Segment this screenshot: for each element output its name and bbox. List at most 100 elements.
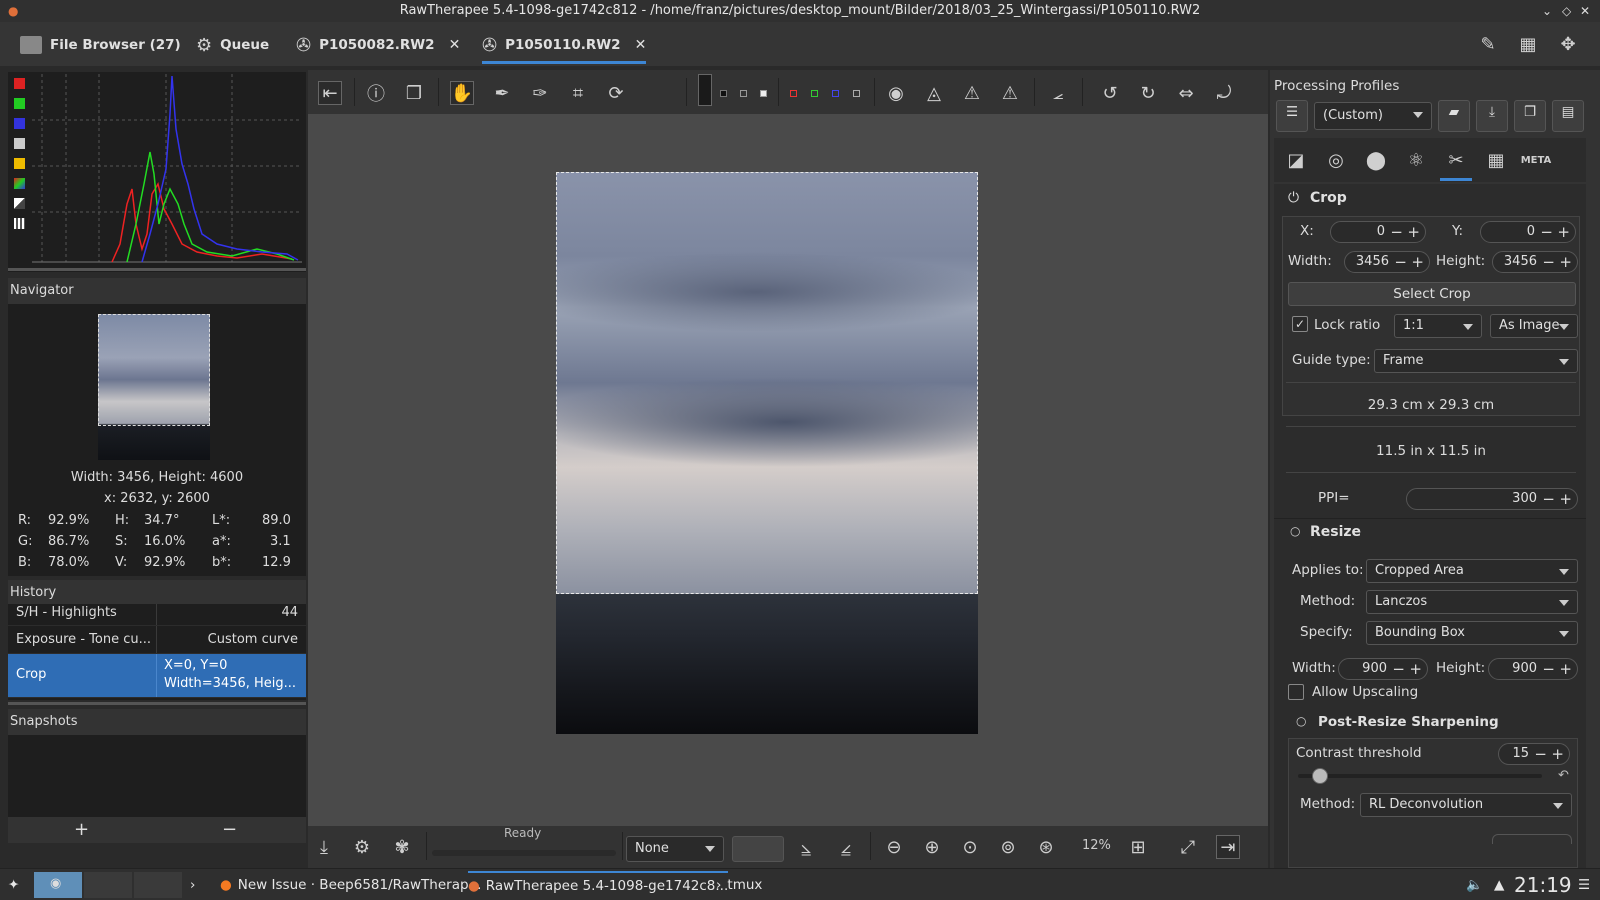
menu-icon[interactable]: ☰: [1578, 873, 1590, 897]
minimize-icon[interactable]: ⌄: [1542, 0, 1552, 22]
close-icon[interactable]: ✕: [1580, 0, 1590, 22]
contrast-threshold-spin[interactable]: 15− +: [1498, 743, 1570, 765]
white-balance-picker-icon[interactable]: ✒: [490, 81, 514, 105]
resize-height-spin[interactable]: 900− +: [1488, 658, 1578, 680]
clock[interactable]: 21:19: [1514, 873, 1572, 897]
tab-queue[interactable]: ⚙ Queue: [196, 32, 269, 58]
hide-left-panel-icon[interactable]: ⇤: [318, 81, 342, 105]
info-icon[interactable]: ⓘ: [364, 81, 388, 105]
crop-height-spin[interactable]: 3456− +: [1492, 251, 1578, 273]
lock-ratio-checkbox[interactable]: ✓: [1292, 316, 1308, 332]
crop-tool-icon[interactable]: ⌗: [566, 81, 590, 105]
profile-combo[interactable]: None: [626, 836, 724, 862]
app-launcher-icon[interactable]: ✦: [8, 873, 19, 897]
fullscreen-preview-icon[interactable]: ⤢: [1176, 835, 1200, 859]
select-crop-button[interactable]: Select Crop: [1288, 282, 1576, 306]
flip-vertical-icon[interactable]: ⤾: [1212, 81, 1236, 105]
gamut-check-icon[interactable]: ⦤: [834, 835, 858, 859]
image-canvas[interactable]: [308, 114, 1268, 826]
desktop-pager-1[interactable]: ◉: [34, 872, 82, 898]
raw-tab-icon[interactable]: ▦: [1484, 148, 1508, 172]
save-image-icon[interactable]: ⤓: [312, 835, 336, 859]
save-profile-icon[interactable]: ⤓: [1476, 100, 1508, 132]
zoom-fit-icon[interactable]: ⊙: [958, 835, 982, 859]
close-tab-icon[interactable]: ✕: [635, 37, 647, 53]
volume-icon[interactable]: 🔈: [1466, 873, 1483, 897]
add-snapshot-button[interactable]: +: [74, 819, 89, 840]
preview-luminosity-icon[interactable]: [853, 90, 860, 97]
crop-power-icon[interactable]: ⏻: [1288, 190, 1299, 206]
resize-width-spin[interactable]: 900− +: [1338, 658, 1428, 680]
hand-tool-icon[interactable]: ✋: [450, 81, 474, 105]
shadow-clipping-icon[interactable]: ⚠: [960, 81, 984, 105]
resize-method-combo[interactable]: Lanczos: [1366, 590, 1578, 614]
preferences-icon[interactable]: ▦: [1516, 32, 1540, 56]
task-firefox[interactable]: ● New Issue · Beep6581/RawTherap...: [220, 873, 481, 897]
rotate-right-icon[interactable]: ↻: [1136, 81, 1160, 105]
luminance-toggle[interactable]: [14, 138, 25, 149]
reset-slider-icon[interactable]: ↶: [1558, 768, 1569, 783]
zoom-in-icon[interactable]: ⊕: [920, 835, 944, 859]
before-after-icon[interactable]: ❐: [402, 81, 426, 105]
photo-preview[interactable]: [556, 172, 978, 734]
hide-right-panel-icon[interactable]: ⇥: [1216, 835, 1240, 859]
crop-y-spin[interactable]: 0− +: [1480, 221, 1576, 243]
contrast-threshold-slider[interactable]: [1298, 768, 1542, 784]
exposure-tab-icon[interactable]: ◪: [1284, 148, 1308, 172]
detail-tab-icon[interactable]: ◎: [1324, 148, 1348, 172]
send-to-editor-icon[interactable]: ✎: [1476, 32, 1500, 56]
desktop-pager-3[interactable]: [134, 872, 182, 898]
soft-proofing-icon[interactable]: ⦥: [794, 835, 818, 859]
task-rawtherapee[interactable]: ● RawTherapee 5.4-1098-ge1742c8...: [468, 871, 729, 899]
open-editor-icon[interactable]: ✾: [390, 835, 414, 859]
crop-width-spin[interactable]: 3456− +: [1344, 251, 1430, 273]
straighten-angle-icon[interactable]: ⦟: [1046, 81, 1070, 105]
preview-mode-selector[interactable]: [698, 74, 712, 106]
ratio-combo[interactable]: 1:1: [1394, 314, 1482, 338]
bg-black-icon[interactable]: [720, 90, 727, 97]
close-tab-icon[interactable]: ✕: [449, 37, 461, 53]
straighten-icon[interactable]: ⟳: [604, 81, 628, 105]
preview-green-icon[interactable]: [811, 90, 818, 97]
crop-x-spin[interactable]: 0− +: [1330, 221, 1426, 243]
orientation-combo[interactable]: As Image: [1490, 314, 1578, 338]
navigator-viewport-box[interactable]: [98, 314, 210, 426]
bg-grey-icon[interactable]: [740, 90, 747, 97]
profile-list-icon[interactable]: ☰: [1276, 100, 1308, 132]
tab-file-browser[interactable]: File Browser (27): [20, 32, 181, 58]
desktop-pager-2[interactable]: [84, 872, 132, 898]
sharpening-mask-icon[interactable]: ◬: [922, 81, 946, 105]
transform-tab-icon[interactable]: ✂: [1444, 148, 1468, 172]
new-detail-window-icon[interactable]: ⊞: [1126, 835, 1150, 859]
history-item-selected[interactable]: Crop X=0, Y=0 Width=3456, Heig...: [8, 654, 306, 698]
tray-expand-icon[interactable]: ▲: [1494, 873, 1504, 897]
sharpening-enable-icon[interactable]: ○: [1296, 714, 1306, 728]
copy-profile-icon[interactable]: ❐: [1514, 100, 1546, 132]
raw-toggle[interactable]: [14, 178, 25, 189]
color-management-button[interactable]: [732, 836, 784, 862]
ppi-spin[interactable]: 300− +: [1406, 488, 1578, 510]
green-channel-toggle[interactable]: [14, 98, 25, 109]
tab-p1050110[interactable]: ✇ P1050110.RW2 ✕: [482, 32, 647, 64]
display-mode-toggle[interactable]: [14, 218, 25, 229]
bar-toggle[interactable]: [14, 198, 25, 209]
open-profile-icon[interactable]: ▰: [1438, 100, 1470, 132]
zoom-100-icon[interactable]: ⊛: [1034, 835, 1058, 859]
terminal-icon[interactable]: ›: [190, 873, 195, 897]
task-tmux[interactable]: › tmux: [716, 873, 762, 897]
sharpen-method-combo[interactable]: RL Deconvolution: [1360, 793, 1572, 817]
remove-snapshot-button[interactable]: −: [222, 819, 237, 840]
resize-enable-icon[interactable]: ○: [1290, 524, 1300, 538]
applies-to-combo[interactable]: Cropped Area: [1366, 559, 1578, 583]
guide-type-combo[interactable]: Frame: [1374, 349, 1578, 373]
red-channel-toggle[interactable]: [14, 78, 25, 89]
flip-horizontal-icon[interactable]: ⇔: [1174, 81, 1198, 105]
fullscreen-icon[interactable]: ✥: [1556, 32, 1580, 56]
history-item[interactable]: Exposure - Tone cu... Custom curve: [8, 626, 306, 654]
chroma-toggle[interactable]: [14, 158, 25, 169]
crop-frame[interactable]: [556, 172, 978, 594]
specify-combo[interactable]: Bounding Box: [1366, 621, 1578, 645]
color-tab-icon[interactable]: ⬤: [1364, 148, 1388, 172]
paste-profile-icon[interactable]: ▤: [1552, 100, 1584, 132]
zoom-fit-crop-icon[interactable]: ⊚: [996, 835, 1020, 859]
